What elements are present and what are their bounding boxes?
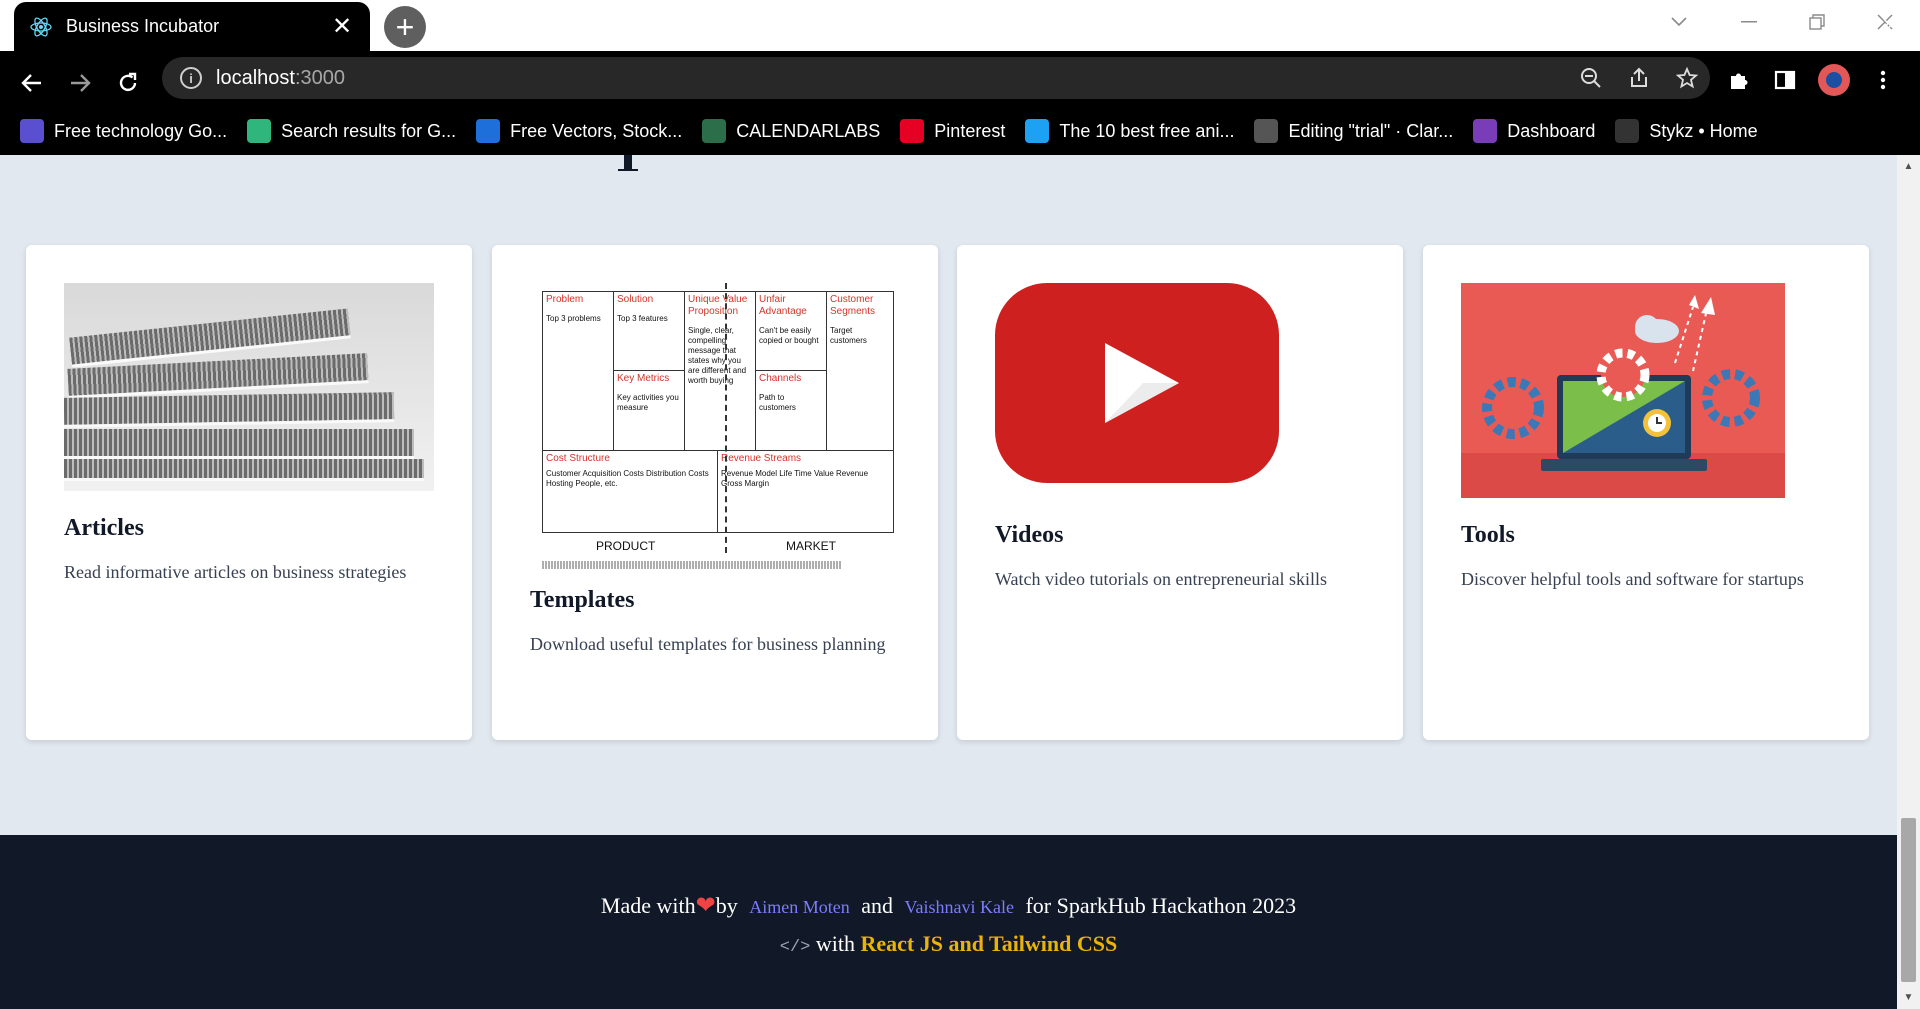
page-viewport: Articles Read informative articles on bu…	[0, 155, 1897, 1009]
bookmarks-more-icon[interactable]: »	[1883, 12, 1894, 35]
bookmark-item[interactable]: The 10 best free ani...	[1025, 119, 1234, 143]
technology-icon	[20, 119, 44, 143]
bookmark-label: Editing "trial" · Clar...	[1288, 120, 1454, 141]
address-bar[interactable]: i localhost:3000	[162, 57, 1710, 99]
youtube-logo-image	[995, 283, 1305, 498]
vecteezy-icon	[476, 119, 501, 143]
lean-canvas-image: Problem Top 3 problems Solution Top 3 feat…	[530, 283, 900, 573]
stykz-icon	[1615, 119, 1640, 143]
tools-laptop-image	[1461, 283, 1785, 498]
footer-tech: </> with React JS and Tailwind CSS	[779, 931, 1118, 957]
bookmark-item[interactable]: Stykz • Home	[1615, 119, 1758, 143]
bookmarks-bar: Free technology Go... Search results for …	[0, 107, 1920, 155]
bookmark-label: CALENDARLABS	[736, 120, 881, 141]
bookmark-label: Free Vectors, Stock...	[510, 120, 683, 141]
profile-avatar[interactable]	[1818, 64, 1850, 96]
card-title: Templates	[530, 587, 635, 613]
lean-customer-segments: Customer Segments Target customers	[826, 291, 894, 451]
reload-icon[interactable]	[108, 63, 148, 103]
footer-credits: Made with❤by Aimen Moten and Vaishnavi K…	[600, 893, 1297, 919]
zoom-out-icon[interactable]	[1578, 65, 1604, 91]
lean-problem: Problem Top 3 problems	[542, 291, 614, 451]
lean-revenue-streams: Revenue Streams Revenue Model Life Time V…	[717, 450, 894, 533]
restore-icon[interactable]	[1782, 0, 1852, 44]
resource-card-articles[interactable]: Articles Read informative articles on bu…	[26, 245, 472, 740]
extensions-puzzle-icon[interactable]	[1726, 67, 1752, 93]
minimize-icon[interactable]	[1714, 0, 1784, 44]
share-icon[interactable]	[1626, 65, 1652, 91]
resource-card-templates[interactable]: Problem Top 3 problems Solution Top 3 feat…	[492, 245, 938, 740]
bookmark-label: Free technology Go...	[54, 120, 228, 141]
lean-uvp: Unique Value Proposition Single, clear, c…	[684, 291, 756, 451]
card-title: Tools	[1461, 522, 1515, 548]
cloud-icon	[1254, 119, 1279, 143]
tab-search-icon[interactable]	[1644, 0, 1714, 44]
bookmark-item[interactable]: Pinterest	[900, 119, 1005, 143]
tab-title: Business Incubator	[66, 16, 220, 36]
card-title: Articles	[64, 515, 144, 541]
page-scrollbar[interactable]: ▲ ▼	[1897, 155, 1920, 1009]
new-tab-button[interactable]: +	[384, 6, 426, 48]
bookmark-item[interactable]: Free technology Go...	[20, 119, 227, 143]
bookmark-label: Search results for G...	[281, 120, 457, 141]
tab-close-icon[interactable]: ✕	[330, 12, 354, 41]
author-link-vaishnavi[interactable]: Vaishnavi Kale	[904, 897, 1013, 917]
pinterest-icon	[900, 119, 925, 143]
scroll-up-arrow-icon[interactable]: ▲	[1897, 161, 1920, 172]
bookmark-label: Pinterest	[934, 120, 1006, 141]
lean-product-label: PRODUCT	[596, 539, 656, 553]
tech-stack-label: React JS and Tailwind CSS	[860, 931, 1118, 956]
bookmark-item[interactable]: Dashboard	[1473, 119, 1595, 143]
url-host: localhost	[216, 66, 295, 89]
lean-channels: Channels Path to customers	[755, 370, 827, 451]
code-icon: </>	[779, 938, 811, 957]
card-description: Download useful templates for business p…	[530, 634, 886, 654]
page-footer: Made with❤by Aimen Moten and Vaishnavi K…	[0, 835, 1897, 1009]
bookmark-star-icon[interactable]	[1674, 65, 1700, 91]
bookmark-item[interactable]: Search results for G...	[247, 119, 456, 143]
forward-arrow-icon[interactable]	[60, 63, 100, 103]
url-port: :3000	[294, 66, 345, 89]
bookmark-item[interactable]: CALENDARLABS	[702, 119, 880, 143]
site-info-icon[interactable]: i	[180, 67, 202, 89]
lean-solution: Solution Top 3 features	[613, 291, 685, 371]
heart-icon: ❤	[695, 893, 716, 919]
bookmark-label: Stykz • Home	[1649, 120, 1758, 141]
more-menu-icon[interactable]	[1870, 67, 1896, 93]
section-heading-cutoff	[618, 155, 658, 171]
scroll-down-arrow-icon[interactable]: ▼	[1897, 992, 1920, 1003]
newspaper-image	[64, 283, 434, 491]
lean-key-metrics: Key Metrics Key activities you measure	[613, 370, 685, 451]
lean-market-label: MARKET	[786, 539, 837, 553]
back-arrow-icon[interactable]	[12, 63, 52, 103]
react-logo-icon	[30, 16, 52, 38]
tab-strip: Business Incubator ✕ +	[0, 0, 1920, 51]
vuetify-icon	[247, 119, 272, 143]
side-panel-icon[interactable]	[1772, 67, 1798, 93]
bookmark-item[interactable]: Free Vectors, Stock...	[476, 119, 682, 143]
card-description: Read informative articles on business st…	[64, 562, 407, 582]
card-description: Watch video tutorials on entrepreneurial…	[995, 569, 1327, 589]
scrollbar-thumb[interactable]	[1901, 818, 1916, 982]
resource-card-tools[interactable]: Tools Discover helpful tools and softwar…	[1423, 245, 1869, 740]
bookmark-item[interactable]: Editing "trial" · Clar...	[1254, 119, 1453, 143]
bookmark-label: Dashboard	[1507, 120, 1596, 141]
dashboard-icon	[1473, 119, 1498, 143]
lean-cost-structure: Cost Structure Customer Acquisition Costs…	[542, 450, 718, 533]
bird-icon	[1025, 119, 1050, 143]
lean-unfair-advantage: Unfair Advantage Can't be easily copied o…	[755, 291, 827, 371]
card-title: Videos	[995, 522, 1064, 548]
resource-card-videos[interactable]: Videos Watch video tutorials on entrepre…	[957, 245, 1403, 740]
author-link-aimen[interactable]: Aimen Moten	[749, 897, 850, 917]
card-description: Discover helpful tools and software for …	[1461, 569, 1804, 589]
calendarlabs-icon	[702, 119, 727, 143]
browser-tab-active[interactable]: Business Incubator ✕	[14, 2, 370, 51]
bookmark-label: The 10 best free ani...	[1059, 120, 1235, 141]
